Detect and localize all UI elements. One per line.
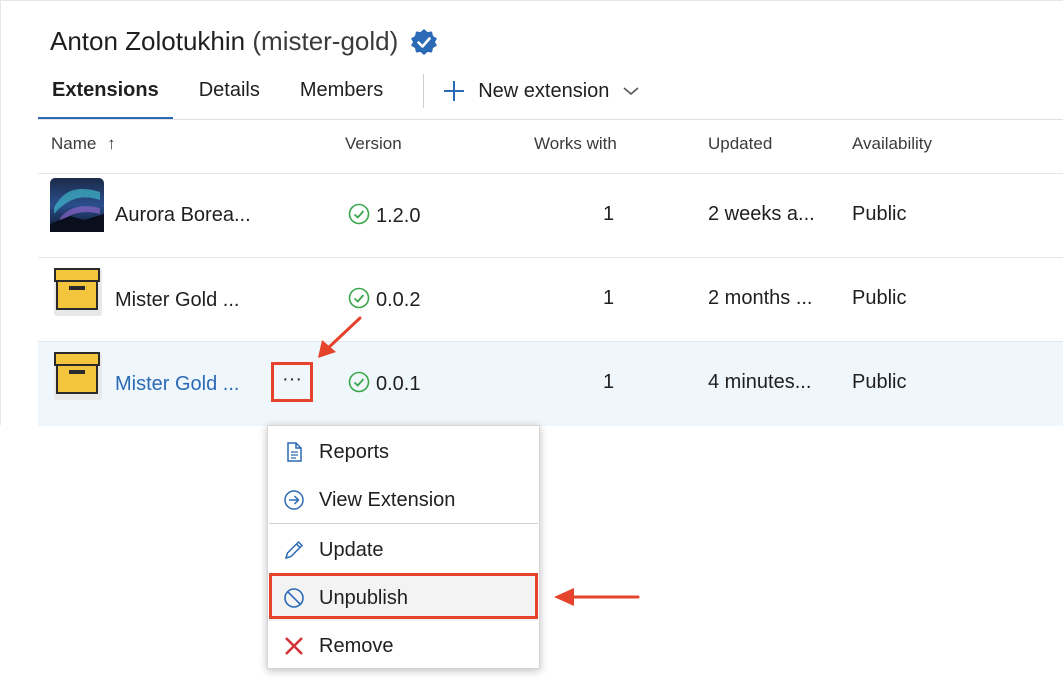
row-version: 1.2.0 bbox=[348, 203, 420, 228]
more-actions-button[interactable]: ··· bbox=[271, 362, 313, 402]
row-availability: Public bbox=[852, 287, 907, 309]
column-header-updated[interactable]: Updated bbox=[708, 134, 772, 154]
menu-item-label: Unpublish bbox=[319, 586, 408, 609]
annotation-arrow-icon bbox=[554, 588, 640, 606]
left-rule bbox=[0, 0, 1, 425]
column-header-works-with[interactable]: Works with bbox=[534, 134, 617, 154]
row-works-with: 1 bbox=[603, 371, 615, 393]
x-icon bbox=[285, 637, 303, 655]
row-name[interactable]: Aurora Borea... bbox=[115, 204, 251, 227]
menu-item-unpublish[interactable]: Unpublish bbox=[269, 575, 538, 621]
row-availability: Public bbox=[852, 371, 907, 393]
row-version-text: 0.0.2 bbox=[376, 289, 421, 311]
check-circle-icon bbox=[348, 371, 370, 393]
row-version-text: 1.2.0 bbox=[376, 205, 421, 227]
aurora-thumbnail bbox=[50, 178, 104, 232]
row-updated: 4 minutes... bbox=[708, 371, 812, 393]
top-rule bbox=[0, 0, 1063, 1]
row-version-text: 0.0.1 bbox=[376, 373, 421, 395]
row-works-with: 1 bbox=[603, 203, 615, 225]
row-name-link[interactable]: Mister Gold ... bbox=[115, 373, 239, 396]
check-circle-icon bbox=[348, 287, 370, 309]
menu-item-label: Remove bbox=[319, 634, 394, 657]
row-works-with: 1 bbox=[603, 287, 615, 309]
chevron-down-icon bbox=[623, 87, 639, 96]
page-title: Anton Zolotukhin (mister-gold) bbox=[50, 26, 438, 57]
column-header-name[interactable]: Name ↑ bbox=[51, 134, 116, 154]
tab-members[interactable]: Members bbox=[286, 70, 397, 120]
publisher-handle: (mister-gold) bbox=[252, 26, 399, 56]
tab-separator bbox=[423, 74, 425, 108]
tab-bar: Extensions Details Members New extension bbox=[38, 70, 641, 120]
row-version: 0.0.1 bbox=[348, 371, 420, 396]
menu-item-remove[interactable]: Remove bbox=[269, 623, 538, 669]
tabs-divider bbox=[38, 119, 1063, 120]
sort-ascending-icon: ↑ bbox=[107, 134, 116, 153]
verified-badge-icon bbox=[411, 28, 438, 55]
tab-extensions[interactable]: Extensions bbox=[38, 70, 173, 120]
check-circle-icon bbox=[348, 203, 370, 225]
menu-item-label: Reports bbox=[319, 440, 390, 463]
block-icon bbox=[284, 588, 304, 608]
menu-item-label: Update bbox=[319, 538, 384, 561]
menu-item-view-extension[interactable]: View Extension bbox=[269, 477, 538, 523]
annotation-arrow-icon bbox=[318, 316, 362, 358]
new-extension-label: New extension bbox=[478, 80, 610, 102]
pencil-icon bbox=[284, 540, 304, 560]
menu-item-reports[interactable]: Reports bbox=[269, 429, 538, 475]
column-header-version[interactable]: Version bbox=[345, 134, 402, 154]
menu-item-label: View Extension bbox=[319, 488, 456, 511]
report-icon bbox=[287, 442, 302, 462]
plus-icon bbox=[444, 81, 465, 101]
row-availability: Public bbox=[852, 203, 907, 225]
row-updated: 2 months ... bbox=[708, 287, 813, 309]
box-icon bbox=[54, 352, 102, 400]
box-icon bbox=[54, 268, 102, 316]
context-menu: Reports View Extension Update Unpublish … bbox=[267, 425, 540, 669]
arrow-circle-icon bbox=[284, 490, 304, 510]
column-header-name-label: Name bbox=[51, 134, 97, 153]
column-header-availability[interactable]: Availability bbox=[852, 134, 932, 154]
new-extension-button[interactable]: New extension bbox=[442, 70, 641, 120]
publisher-name: Anton Zolotukhin bbox=[50, 26, 246, 56]
row-name[interactable]: Mister Gold ... bbox=[115, 289, 239, 312]
menu-item-update[interactable]: Update bbox=[269, 527, 538, 573]
menu-divider bbox=[269, 523, 538, 524]
row-updated: 2 weeks a... bbox=[708, 203, 815, 225]
row-version: 0.0.2 bbox=[348, 287, 420, 312]
tab-details[interactable]: Details bbox=[185, 70, 274, 120]
